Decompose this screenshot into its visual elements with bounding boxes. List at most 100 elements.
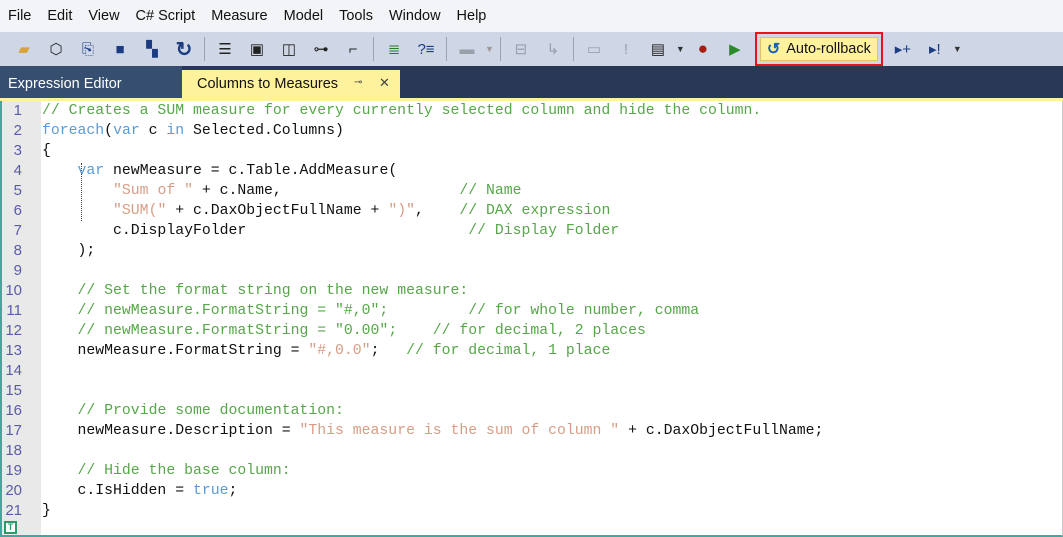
code-text: // Hide the base column: <box>42 461 291 481</box>
token-kw: in <box>166 123 185 139</box>
code-line: 6 "SUM(" + c.DaxObjectFullName + ")", //… <box>2 201 1062 221</box>
token-comment: // Name <box>459 183 522 199</box>
token-str: ")" <box>388 203 415 219</box>
line-number: 15 <box>5 382 22 399</box>
code-line: 8 ); <box>2 241 1062 261</box>
code-line: 13 newMeasure.FormatString = "#,0.0"; //… <box>2 341 1062 361</box>
dropdown-arrow-icon[interactable]: ▼ <box>485 44 494 54</box>
dropdown-arrow-icon[interactable]: ▼ <box>953 44 962 54</box>
text-marker-icon: T <box>4 521 17 534</box>
code-text: // newMeasure.FormatString = "#,0"; // f… <box>42 301 700 321</box>
align-icon[interactable]: ⊟ <box>510 38 532 60</box>
token-comment: // for decimal, 1 place <box>406 343 611 359</box>
code-text: // Provide some documentation: <box>42 401 344 421</box>
close-icon[interactable]: ✕ <box>379 75 390 91</box>
pin-icon[interactable]: ⊸ <box>354 77 362 88</box>
deploy-icon[interactable]: ⎘ <box>77 38 99 60</box>
menu-model[interactable]: Model <box>284 8 324 24</box>
code-line: 5 "Sum of " + c.Name, // Name <box>2 181 1062 201</box>
diagram-icon[interactable]: ▣ <box>246 38 268 60</box>
open-model-icon[interactable]: ⬡ <box>45 38 67 60</box>
hierarchy-icon[interactable]: ⊶ <box>310 38 332 60</box>
token-plain: + c.DaxObjectFullName + <box>166 203 389 219</box>
token-str: "This measure is the sum of column " <box>299 423 620 439</box>
comment-alert-icon[interactable]: ! <box>615 38 637 60</box>
macro-icon[interactable]: ▭ <box>583 38 605 60</box>
run-icon[interactable]: ▶ <box>724 38 746 60</box>
window-list-icon[interactable]: ▤ <box>647 38 669 60</box>
add-step-icon[interactable]: ▸+ <box>892 38 914 60</box>
code-editor[interactable]: 1 // Creates a SUM measure for every curr… <box>0 101 1063 537</box>
menu-tools[interactable]: Tools <box>339 8 373 24</box>
code-line: 21} <box>2 501 1062 521</box>
code-line: 1 // Creates a SUM measure for every curr… <box>2 101 1062 121</box>
highlight-box: ↺ Auto-rollback <box>754 32 883 66</box>
save-icon[interactable]: ■ <box>109 38 131 60</box>
menu-help[interactable]: Help <box>457 8 487 24</box>
code-line: 20 c.IsHidden = true; <box>2 481 1062 501</box>
tab-label: Columns to Measures <box>197 76 339 92</box>
menu-view[interactable]: View <box>88 8 119 24</box>
code-text: foreach(var c in Selected.Columns) <box>42 121 344 141</box>
script-icon[interactable]: ⌐ <box>342 38 364 60</box>
code-line: 14 <box>2 361 1062 381</box>
token-comment: // DAX expression <box>459 203 611 219</box>
format-icon[interactable]: ≣ <box>383 38 405 60</box>
token-plain: newMeasure.Description = <box>42 423 300 439</box>
tab-expression-editor[interactable]: Expression Editor <box>0 66 182 98</box>
menu-measure[interactable]: Measure <box>211 8 267 24</box>
line-number: 6 <box>13 202 22 219</box>
document-icon[interactable]: ☰ <box>214 38 236 60</box>
code-text: } <box>42 501 51 521</box>
code-text: "Sum of " + c.Name, // Name <box>42 181 522 201</box>
token-comment: // Creates a SUM measure for every curre… <box>42 103 762 119</box>
menu-edit[interactable]: Edit <box>47 8 72 24</box>
tab-columns-to-measures[interactable]: Columns to Measures ⊸ ✕ <box>182 70 400 98</box>
line-number: 12 <box>5 322 22 339</box>
code-line: 7 c.DisplayFolder // Display Folder <box>2 221 1062 241</box>
menu-window[interactable]: Window <box>389 8 441 24</box>
line-number: 17 <box>5 422 22 439</box>
separator <box>499 37 501 61</box>
token-str: "SUM(" <box>113 203 167 219</box>
line-number: 16 <box>5 402 22 419</box>
line-number: 2 <box>13 122 22 139</box>
auto-rollback-label: Auto-rollback <box>786 41 871 57</box>
separator <box>204 37 205 61</box>
file-reference-icon[interactable]: ◫ <box>278 38 300 60</box>
auto-rollback-button[interactable]: ↺ Auto-rollback <box>759 37 878 61</box>
code-line: 3{ <box>2 141 1062 161</box>
token-comment: // newMeasure.FormatString = "0.00"; // … <box>77 323 646 339</box>
line-number: 8 <box>13 242 22 259</box>
record-icon[interactable]: ● <box>692 38 714 60</box>
move-icon[interactable]: ↳ <box>542 38 564 60</box>
line-number: 4 <box>13 162 22 179</box>
line-number: 3 <box>13 142 22 159</box>
step-warning-icon[interactable]: ▸! <box>924 38 946 60</box>
code-line: 10 // Set the format string on the new m… <box>2 281 1062 301</box>
dropdown-arrow-icon[interactable]: ▼ <box>676 44 685 54</box>
token-plain: ; <box>370 343 407 359</box>
open-folder-icon[interactable]: ▰ <box>13 38 35 60</box>
menu-file[interactable]: File <box>8 8 31 24</box>
menu-csharp-script[interactable]: C# Script <box>136 8 196 24</box>
token-kw: var <box>113 123 140 139</box>
token-plain: c.DisplayFolder <box>42 223 469 239</box>
token-comment: // Display Folder <box>468 223 620 239</box>
menu-bar: File Edit View C# Script Measure Model T… <box>0 0 1063 32</box>
save-to-folder-icon[interactable]: ▚ <box>141 38 163 60</box>
token-plain: ( <box>104 123 114 139</box>
line-number: 18 <box>5 442 22 459</box>
code-text: c.DisplayFolder // Display Folder <box>42 221 619 241</box>
code-text: // newMeasure.FormatString = "0.00"; // … <box>42 321 646 341</box>
code-line: 11 // newMeasure.FormatString = "#,0"; /… <box>2 301 1062 321</box>
layout-icon[interactable]: ▬ <box>456 38 478 60</box>
format-help-icon[interactable]: ?≡ <box>415 38 437 60</box>
line-number: 13 <box>5 342 22 359</box>
code-text: ); <box>42 241 96 261</box>
code-line: 19 // Hide the base column: <box>2 461 1062 481</box>
token-plain: c <box>139 123 167 139</box>
refresh-icon[interactable]: ↻ <box>173 38 195 61</box>
